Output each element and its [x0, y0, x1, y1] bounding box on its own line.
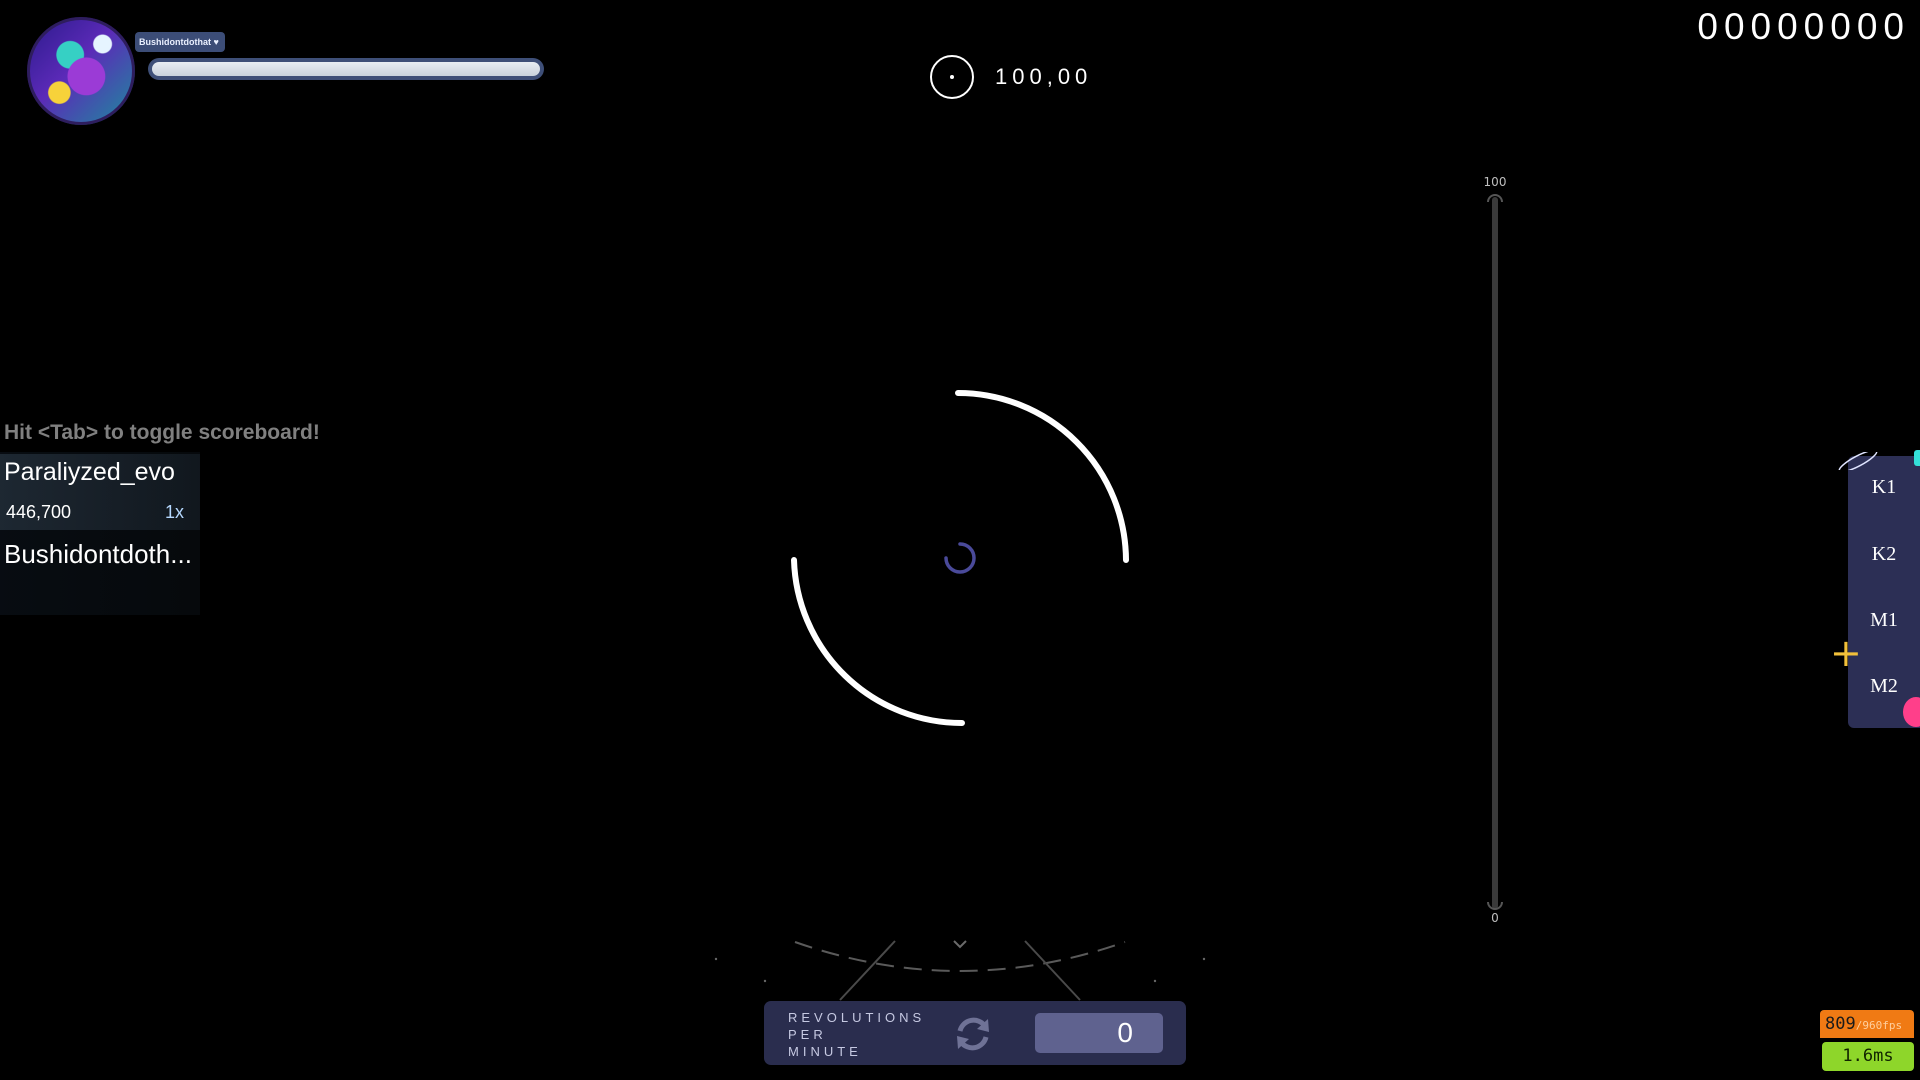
scoreboard-current-player-name: Bushidontdoth...: [4, 539, 192, 569]
fps-max: /960fps: [1855, 1019, 1903, 1032]
spinner[interactable]: [760, 370, 1160, 750]
gauge-min-label: 0: [1491, 911, 1499, 925]
key-m2: M2: [1870, 675, 1898, 697]
progress-gauge: [1487, 194, 1503, 910]
rpm-value-wrap: 0: [1035, 1013, 1163, 1053]
scoreboard-player-score: 446,700: [6, 502, 72, 522]
score-display: 00000000: [1697, 6, 1910, 47]
spinner-center-icon: [944, 542, 976, 574]
rotate-icon: [957, 1017, 989, 1051]
scoreboard-hint: Hit <Tab> to toggle scoreboard!: [4, 421, 320, 444]
rpm-value: 0: [1117, 1017, 1133, 1048]
key-overlay-cyan-decoration: [1914, 450, 1920, 466]
key-overlay-ring-decoration: [1838, 452, 1878, 470]
accuracy-display: 100,00: [995, 64, 1093, 89]
gauge-max-label: 100: [1483, 175, 1507, 189]
rpm-label: REVOLUTIONS PER MINUTE: [788, 1010, 926, 1059]
spinner-arc-lower: [791, 557, 965, 726]
spinner-approach-arc: [714, 940, 1206, 1001]
fps-counter: 809/960fps: [1820, 1010, 1914, 1038]
scoreboard-player-name: Paraliyzed_evo: [4, 458, 175, 486]
key-k1: K1: [1871, 476, 1897, 498]
spinner-arc-upper: [955, 390, 1129, 563]
accuracy-circle-icon: [930, 55, 974, 99]
sparkle-plus-icon: +: [1830, 631, 1862, 675]
player-avatar: [27, 17, 135, 125]
chevron-down-icon: [953, 940, 967, 949]
key-m1: M1: [1870, 609, 1898, 631]
key-k2: K2: [1871, 543, 1897, 565]
scoreboard-player-combo: 1x: [165, 502, 185, 522]
frametime-counter: 1.6ms: [1822, 1042, 1914, 1071]
player-name: Bushidontdothat: [139, 37, 211, 47]
health-bar-fill: [152, 62, 540, 76]
fps-value: 809: [1825, 1014, 1856, 1034]
heart-icon: ♥: [213, 37, 219, 47]
player-name-tag: Bushidontdothat ♥: [135, 32, 225, 52]
health-bar: [148, 58, 544, 80]
